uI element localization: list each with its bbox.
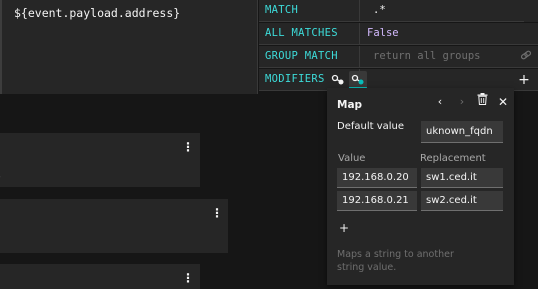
default-value-label: Default value [337,121,405,132]
chevron-left-icon[interactable]: ‹ [431,93,449,111]
add-modifier-button[interactable]: + [516,70,532,90]
kebab-menu-icon[interactable]: ⋮ [182,140,194,154]
group-match-idx-row: GROUP MATCH IDX return all groups [259,46,538,83]
all-matches-value[interactable]: False [361,23,399,44]
map-value-input[interactable]: 192.168.0.21 [337,191,417,211]
divider [359,46,360,67]
trash-icon[interactable] [473,93,491,111]
node-card[interactable]: ⋮ [0,264,200,289]
node-card[interactable]: ⋮ › [0,133,200,187]
all-matches-key: ALL MATCHES [265,27,338,39]
kebab-menu-icon[interactable]: ⋮ [182,271,194,285]
group-match-idx-input[interactable]: return all groups [361,46,480,67]
add-mapping-button[interactable]: + [339,221,349,235]
popover-title: Map [337,99,363,111]
popover-help-text: Maps a string to another string value. [337,249,454,273]
map-modifier-popover: Map ‹ › ✕ Default value uknown_fqdn Valu… [327,88,514,285]
editor-gutter [0,0,2,94]
modifier-map-icon[interactable] [329,71,347,89]
properties-panel: MATCH .* ALL MATCHES False GROUP MATCH I… [259,0,538,94]
all-matches-row: ALL MATCHES False [259,23,538,45]
divider [359,0,360,21]
expression-editor[interactable]: ${event.payload.address} [0,0,258,94]
chevron-right-icon[interactable]: › [453,93,471,111]
link-icon[interactable] [518,49,534,65]
replacement-column-header: Replacement [420,153,486,164]
card-edge-mark: › [0,173,1,181]
map-replacement-input[interactable]: sw2.ced.it [421,191,503,211]
map-replacement-input[interactable]: sw1.ced.it [421,168,503,188]
expression-text[interactable]: ${event.payload.address} [14,6,180,20]
modifier-map-active-icon[interactable] [349,71,367,89]
close-icon[interactable]: ✕ [494,93,512,111]
row-edge [524,0,538,22]
divider [359,23,360,44]
match-row: MATCH .* [259,0,538,22]
value-column-header: Value [338,153,366,164]
match-key: MATCH [265,4,299,16]
node-card[interactable]: ⋮ [0,199,228,253]
match-value[interactable]: .* [361,0,386,21]
default-value-input[interactable]: uknown_fqdn [421,121,503,143]
group-match-idx-key: GROUP MATCH IDX [265,50,338,83]
map-value-input[interactable]: 192.168.0.20 [337,168,417,188]
kebab-menu-icon[interactable]: ⋮ [211,206,223,220]
